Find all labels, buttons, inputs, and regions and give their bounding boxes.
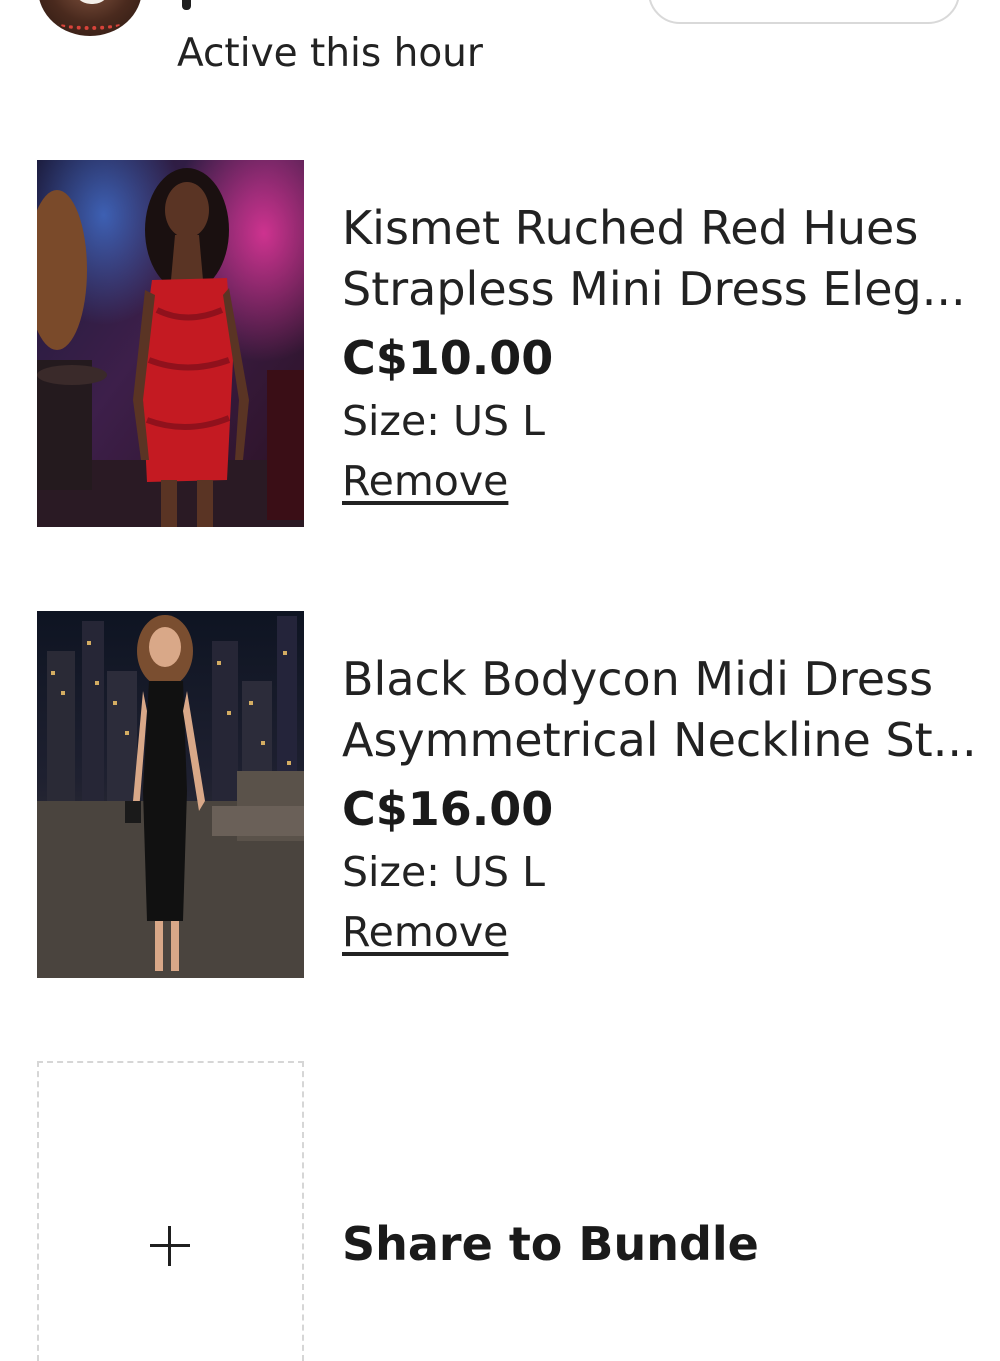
item-title-line: Strapless Mini Dress Eleg... xyxy=(342,262,966,316)
seller-name-cutoff[interactable] xyxy=(182,0,191,10)
item-size: Size: US L xyxy=(342,848,545,896)
seller-active-status: Active this hour xyxy=(177,31,483,76)
avatar-face xyxy=(73,0,111,4)
item-title-line: Black Bodycon Midi Dress xyxy=(342,652,934,706)
remove-link[interactable]: Remove xyxy=(342,453,508,509)
item-title-line: Asymmetrical Neckline St... xyxy=(342,713,977,767)
item-thumbnail[interactable] xyxy=(37,611,304,978)
item-price: C$10.00 xyxy=(342,331,554,385)
item-title-line: Kismet Ruched Red Hues xyxy=(342,201,919,255)
plus-icon[interactable] xyxy=(150,1226,190,1266)
add-to-bundle-tile[interactable] xyxy=(37,1061,304,1361)
avatar-necklace xyxy=(58,16,122,30)
remove-link[interactable]: Remove xyxy=(342,904,508,960)
seller-avatar[interactable] xyxy=(38,0,142,36)
item-thumbnail[interactable] xyxy=(37,160,304,527)
item-photo-black-dress xyxy=(37,611,304,978)
item-title[interactable]: Kismet Ruched Red Hues Strapless Mini Dr… xyxy=(342,198,972,320)
item-price: C$16.00 xyxy=(342,782,554,836)
item-title[interactable]: Black Bodycon Midi Dress Asymmetrical Ne… xyxy=(342,649,977,771)
follow-button[interactable] xyxy=(648,0,960,24)
item-photo-red-dress xyxy=(37,160,304,527)
item-size: Size: US L xyxy=(342,397,545,445)
share-to-bundle-button[interactable]: Share to Bundle xyxy=(342,1214,759,1274)
